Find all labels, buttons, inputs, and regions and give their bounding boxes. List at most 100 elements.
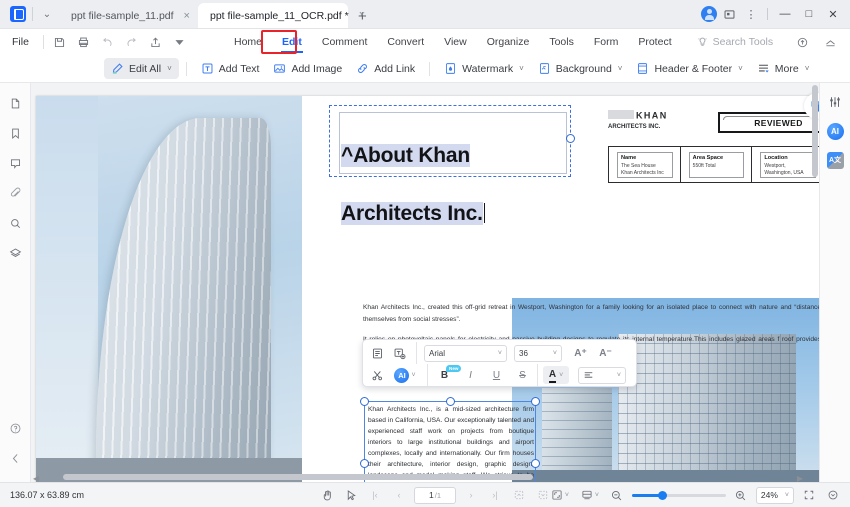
select-tool-icon[interactable]: [342, 486, 360, 504]
edit-all-button[interactable]: Edit All ˅: [104, 58, 179, 79]
tab-comment[interactable]: Comment: [312, 29, 378, 55]
paragraph-settings-button[interactable]: [368, 344, 387, 362]
vertical-scrollbar[interactable]: [812, 85, 818, 468]
italic-button[interactable]: I: [461, 366, 480, 384]
scroll-up-icon[interactable]: [510, 486, 528, 504]
chevron-down-icon[interactable]: ˅: [618, 64, 623, 73]
translate-button[interactable]: A文: [825, 150, 845, 170]
selected-textbox[interactable]: Khan Architects Inc., is a mid-sized arc…: [360, 397, 540, 482]
sidebar-item-comments[interactable]: [3, 151, 27, 175]
chevron-down-icon[interactable]: ˅: [559, 372, 563, 379]
file-menu-button[interactable]: File: [0, 36, 39, 48]
document-paragraph-1[interactable]: Khan Architects Inc., created this off-g…: [363, 302, 819, 325]
fullscreen-button[interactable]: [800, 486, 818, 504]
first-page-button[interactable]: |‹: [366, 486, 384, 504]
close-icon[interactable]: ×: [359, 10, 365, 21]
title-textbox-selection[interactable]: ^About Khan Architects Inc.: [329, 105, 575, 225]
scroll-left-arrow-icon[interactable]: ◀: [33, 474, 39, 482]
sidebar-item-search[interactable]: [3, 211, 27, 235]
resize-handle-tr[interactable]: [531, 397, 540, 406]
header-footer-button[interactable]: Header & Footer ˅: [629, 58, 749, 79]
help-circle-icon[interactable]: [3, 416, 27, 440]
maximize-button[interactable]: □: [798, 5, 820, 23]
tab-organize[interactable]: Organize: [477, 29, 540, 55]
prev-page-button[interactable]: ‹: [390, 486, 408, 504]
sidebar-item-thumbnails[interactable]: [3, 91, 27, 115]
add-image-button[interactable]: Add Image: [266, 58, 349, 79]
undo-icon[interactable]: [96, 31, 120, 53]
tab-form[interactable]: Form: [584, 29, 629, 55]
document-canvas[interactable]: KHAN ARCHITECTS INC. REVIEWED Name The S…: [31, 83, 819, 482]
chevron-double-down-icon[interactable]: ⌄: [39, 7, 55, 23]
chevron-down-icon[interactable]: ˅: [617, 372, 621, 379]
increase-font-size-button[interactable]: A⁺: [571, 344, 590, 362]
chevron-down-icon[interactable]: ˅: [738, 64, 743, 73]
share-icon[interactable]: [144, 31, 168, 53]
chevron-down-icon[interactable]: ˅: [167, 64, 172, 73]
horizontal-scrollbar[interactable]: [35, 474, 805, 480]
font-color-button[interactable]: A ˅: [543, 366, 569, 384]
ai-button[interactable]: AI ˅ New: [390, 365, 462, 384]
more-options-icon[interactable]: ⋮: [741, 5, 761, 23]
tab-document-1[interactable]: ppt file-sample_11.pdf ×: [59, 4, 198, 28]
resize-handle-right[interactable]: [566, 134, 575, 143]
minimize-button[interactable]: —: [774, 5, 796, 23]
properties-panel-sliders-icon[interactable]: [825, 92, 845, 112]
font-size-select[interactable]: 36 ˅: [514, 344, 562, 362]
decrease-font-size-button[interactable]: A⁻: [596, 344, 615, 362]
khan-logo[interactable]: KHAN ARCHITECTS INC.: [608, 109, 681, 133]
sidebar-item-layers[interactable]: [3, 241, 27, 265]
resize-handle-tl[interactable]: [360, 397, 369, 406]
user-avatar-icon[interactable]: [701, 6, 717, 22]
more-tools-button[interactable]: More ˅: [750, 58, 817, 79]
cut-button[interactable]: [368, 366, 387, 384]
quick-access-more-icon[interactable]: [168, 31, 192, 53]
chevron-down-icon[interactable]: ˅: [805, 64, 810, 73]
last-page-button[interactable]: ›|: [486, 486, 504, 504]
document-image-curved-building[interactable]: [36, 96, 302, 482]
window-snap-icon[interactable]: [719, 5, 739, 23]
selected-textbox-text[interactable]: Khan Architects Inc., is a mid-sized arc…: [368, 404, 534, 482]
chevron-down-icon[interactable]: ˅: [553, 350, 557, 357]
underline-button[interactable]: U: [487, 366, 506, 384]
text-align-select[interactable]: ˅: [578, 366, 626, 384]
add-text-button[interactable]: Add Text: [194, 58, 267, 79]
watermark-button[interactable]: Watermark ˅: [437, 58, 531, 79]
chevron-down-icon[interactable]: ˅: [519, 64, 524, 73]
tab-tools[interactable]: Tools: [539, 29, 584, 55]
title-text[interactable]: ^About Khan Architects Inc.: [341, 112, 573, 228]
close-icon[interactable]: ×: [184, 10, 190, 22]
tab-view[interactable]: View: [434, 29, 477, 55]
resize-handle-ml[interactable]: [360, 459, 369, 468]
background-button[interactable]: Background ˅: [531, 58, 630, 79]
zoom-out-button[interactable]: [608, 486, 626, 504]
floating-format-toolbar[interactable]: Arial ˅ 36 ˅ A⁺ A⁻ AI ˅ New B I U S A ˅ …: [362, 339, 637, 387]
chevron-down-icon[interactable]: ˅: [498, 350, 502, 357]
chevron-down-icon[interactable]: ˅: [785, 492, 789, 499]
page-fit-button[interactable]: ˅: [548, 486, 572, 504]
hand-tool-icon[interactable]: [318, 486, 336, 504]
print-icon[interactable]: [72, 31, 96, 53]
zoom-in-button[interactable]: [732, 486, 750, 504]
table-cell-area-space[interactable]: Area Space 550ft Total: [681, 147, 753, 182]
font-family-select[interactable]: Arial ˅: [424, 344, 507, 362]
tab-convert[interactable]: Convert: [377, 29, 434, 55]
cloud-upload-icon[interactable]: [790, 31, 814, 53]
zoom-level-select[interactable]: 24% ˅: [755, 486, 794, 504]
ai-assistant-button[interactable]: AI: [825, 121, 845, 141]
more-view-options-button[interactable]: [824, 486, 842, 504]
scroll-right-arrow-icon[interactable]: ▶: [797, 474, 803, 482]
table-cell-location[interactable]: Location Westport, Washington, USA: [752, 147, 819, 182]
zoom-slider[interactable]: [631, 490, 726, 500]
strikethrough-button[interactable]: S: [513, 366, 532, 384]
sidebar-collapse-chevron-left-icon[interactable]: [3, 446, 27, 470]
page-layout-button[interactable]: ˅: [578, 486, 602, 504]
search-tools[interactable]: Search Tools: [696, 36, 773, 49]
tab-protect[interactable]: Protect: [628, 29, 681, 55]
add-link-button[interactable]: Add Link: [349, 58, 422, 79]
table-cell-name[interactable]: Name The Sea House Khan Architects Inc: [609, 147, 681, 182]
sidebar-item-bookmarks[interactable]: [3, 121, 27, 145]
resize-handle-tc[interactable]: [446, 397, 455, 406]
sidebar-item-attachments[interactable]: [3, 181, 27, 205]
resize-handle-mr[interactable]: [531, 459, 540, 468]
